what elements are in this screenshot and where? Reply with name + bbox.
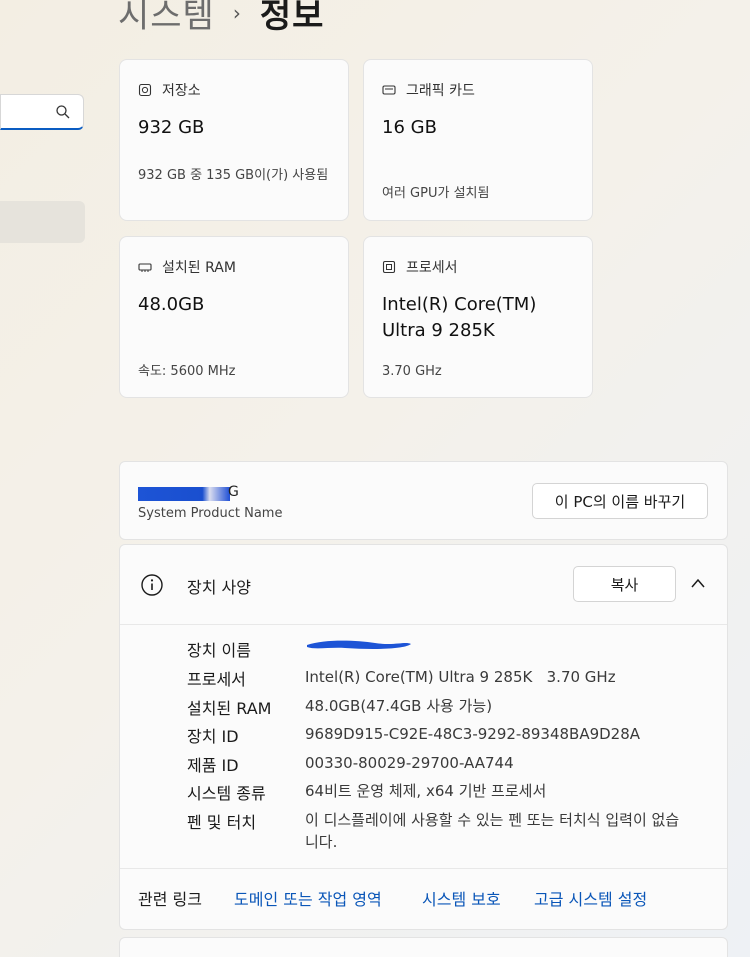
info-icon <box>141 574 163 596</box>
breadcrumb-parent[interactable]: 시스템 <box>118 0 215 37</box>
next-panel <box>119 937 728 957</box>
ram-value: 48.0GB <box>138 294 205 315</box>
search-input[interactable] <box>0 94 84 130</box>
chevron-up-icon[interactable] <box>690 577 706 589</box>
spec-label: 장치 이름 <box>187 641 251 660</box>
ram-card: 설치된 RAM 48.0GB 속도: 5600 MHz <box>119 236 349 398</box>
rename-pc-button[interactable]: 이 PC의 이름 바꾸기 <box>532 483 708 519</box>
storage-value: 932 GB <box>138 117 205 138</box>
spec-label: 시스템 종류 <box>187 784 266 803</box>
breadcrumb: 시스템 › 정보 <box>118 0 324 37</box>
spec-value: 이 디스플레이에 사용할 수 있는 펜 또는 터치식 입력이 없습니다. <box>305 811 680 851</box>
divider <box>120 624 727 625</box>
search-icon[interactable] <box>55 104 71 120</box>
redaction-scribble <box>307 640 411 649</box>
breadcrumb-separator-icon: › <box>232 0 242 25</box>
processor-icon <box>382 260 396 274</box>
spec-value: 9689D915-C92E-48C3-9292-89348BA9D28A <box>305 725 641 743</box>
sidebar-item-selected[interactable] <box>0 201 85 243</box>
device-specs-panel: 장치 사양 복사 장치 이름 프로세서 Intel(R) Core(TM) Ul… <box>119 544 728 930</box>
storage-card: 저장소 932 GB 932 GB 중 135 GB이(가) 사용됨 <box>119 59 349 221</box>
ram-title: 설치된 RAM <box>162 260 236 276</box>
processor-speed: 3.70 GHz <box>382 364 442 379</box>
pc-name-panel: G System Product Name 이 PC의 이름 바꾸기 <box>119 461 728 540</box>
graphics-card: 그래픽 카드 16 GB 여러 GPU가 설치됨 <box>363 59 593 221</box>
processor-value: Intel(R) Core(TM) Ultra 9 285K <box>382 294 537 341</box>
spec-label: 제품 ID <box>187 756 239 775</box>
spec-label: 장치 ID <box>187 727 239 746</box>
storage-title: 저장소 <box>162 83 201 99</box>
spec-label: 펜 및 터치 <box>187 813 257 832</box>
redacted-pc-name <box>138 487 230 501</box>
link-system-protection[interactable]: 시스템 보호 <box>422 886 501 910</box>
spec-label: 설치된 RAM <box>187 699 272 718</box>
divider <box>120 868 727 869</box>
ram-speed: 속도: 5600 MHz <box>138 364 236 379</box>
pc-name: G <box>228 484 239 500</box>
graphics-value: 16 GB <box>382 117 437 138</box>
link-advanced-system-settings[interactable]: 고급 시스템 설정 <box>534 886 647 910</box>
ram-icon <box>138 263 152 272</box>
spec-value: 48.0GB(47.4GB 사용 가능) <box>305 697 493 715</box>
processor-card: 프로세서 Intel(R) Core(TM) Ultra 9 285K 3.70… <box>363 236 593 398</box>
storage-usage: 932 GB 중 135 GB이(가) 사용됨 <box>138 168 329 183</box>
graphics-title: 그래픽 카드 <box>406 83 475 99</box>
link-domain-workgroup[interactable]: 도메인 또는 작업 영역 <box>234 886 382 910</box>
copy-button[interactable]: 복사 <box>573 566 676 602</box>
spec-value: 64비트 운영 체제, x64 기반 프로세서 <box>305 782 547 800</box>
device-specs-title: 장치 사양 <box>187 578 251 597</box>
related-links-label: 관련 링크 <box>138 890 202 909</box>
spec-value: 00330-80029-29700-AA744 <box>305 754 514 772</box>
spec-value: Intel(R) Core(TM) Ultra 9 285K 3.70 GHz <box>305 668 616 686</box>
graphics-sub: 여러 GPU가 설치됨 <box>382 186 490 201</box>
spec-label: 프로세서 <box>187 670 246 689</box>
storage-icon <box>138 83 152 97</box>
pc-model: System Product Name <box>138 506 283 521</box>
processor-title: 프로세서 <box>406 260 458 276</box>
page-title: 정보 <box>259 0 325 36</box>
device-specs-header[interactable]: 장치 사양 복사 <box>120 545 727 624</box>
graphics-card-icon <box>382 85 396 95</box>
